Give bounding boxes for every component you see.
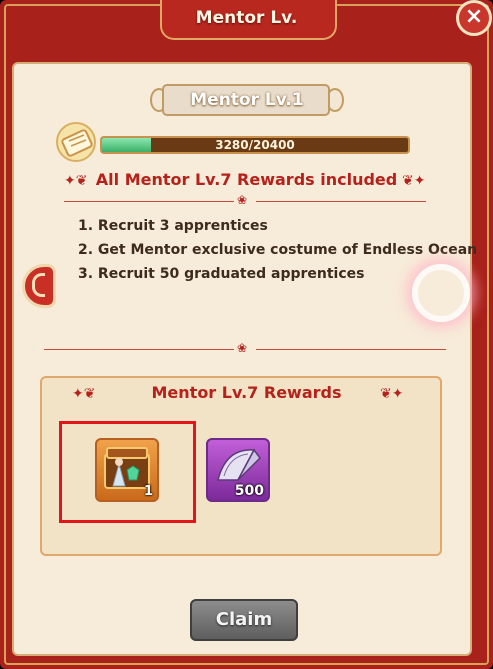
ornament-right-icon: ❦✦ xyxy=(380,386,404,402)
level-plate: Mentor Lv.1 xyxy=(150,82,344,120)
sparkle-ring-icon xyxy=(412,264,470,322)
claim-button[interactable]: Claim xyxy=(190,599,298,641)
list-item: 1. Recruit 3 apprentices xyxy=(78,218,268,234)
reward-item-fan[interactable]: 500 xyxy=(206,438,270,502)
divider-top-left xyxy=(64,201,234,202)
title-bar: Mentor Lv. xyxy=(0,0,493,40)
mentor-level-label: Mentor Lv.1 xyxy=(190,90,304,110)
exp-progress-bar: 3280/20400 xyxy=(100,136,410,154)
divider-flower-icon: ❀ xyxy=(237,193,248,207)
divider-flower-icon: ❀ xyxy=(237,341,248,355)
close-button[interactable]: × xyxy=(456,0,492,36)
exp-progress-text: 3280/20400 xyxy=(215,138,295,152)
selection-highlight xyxy=(59,421,196,523)
ornament-right-icon: ❦✦ xyxy=(402,173,426,189)
divider-top-right xyxy=(256,201,426,202)
list-item: 2. Get Mentor exclusive costume of Endle… xyxy=(78,242,478,258)
rewards-title: Mentor Lv.7 Rewards xyxy=(151,383,342,402)
scroll-icon xyxy=(56,122,96,162)
divider-bottom-left xyxy=(44,349,234,350)
item-count: 500 xyxy=(234,483,264,499)
dialog-title: Mentor Lv. xyxy=(195,8,298,28)
divider-bottom-right xyxy=(256,349,446,350)
